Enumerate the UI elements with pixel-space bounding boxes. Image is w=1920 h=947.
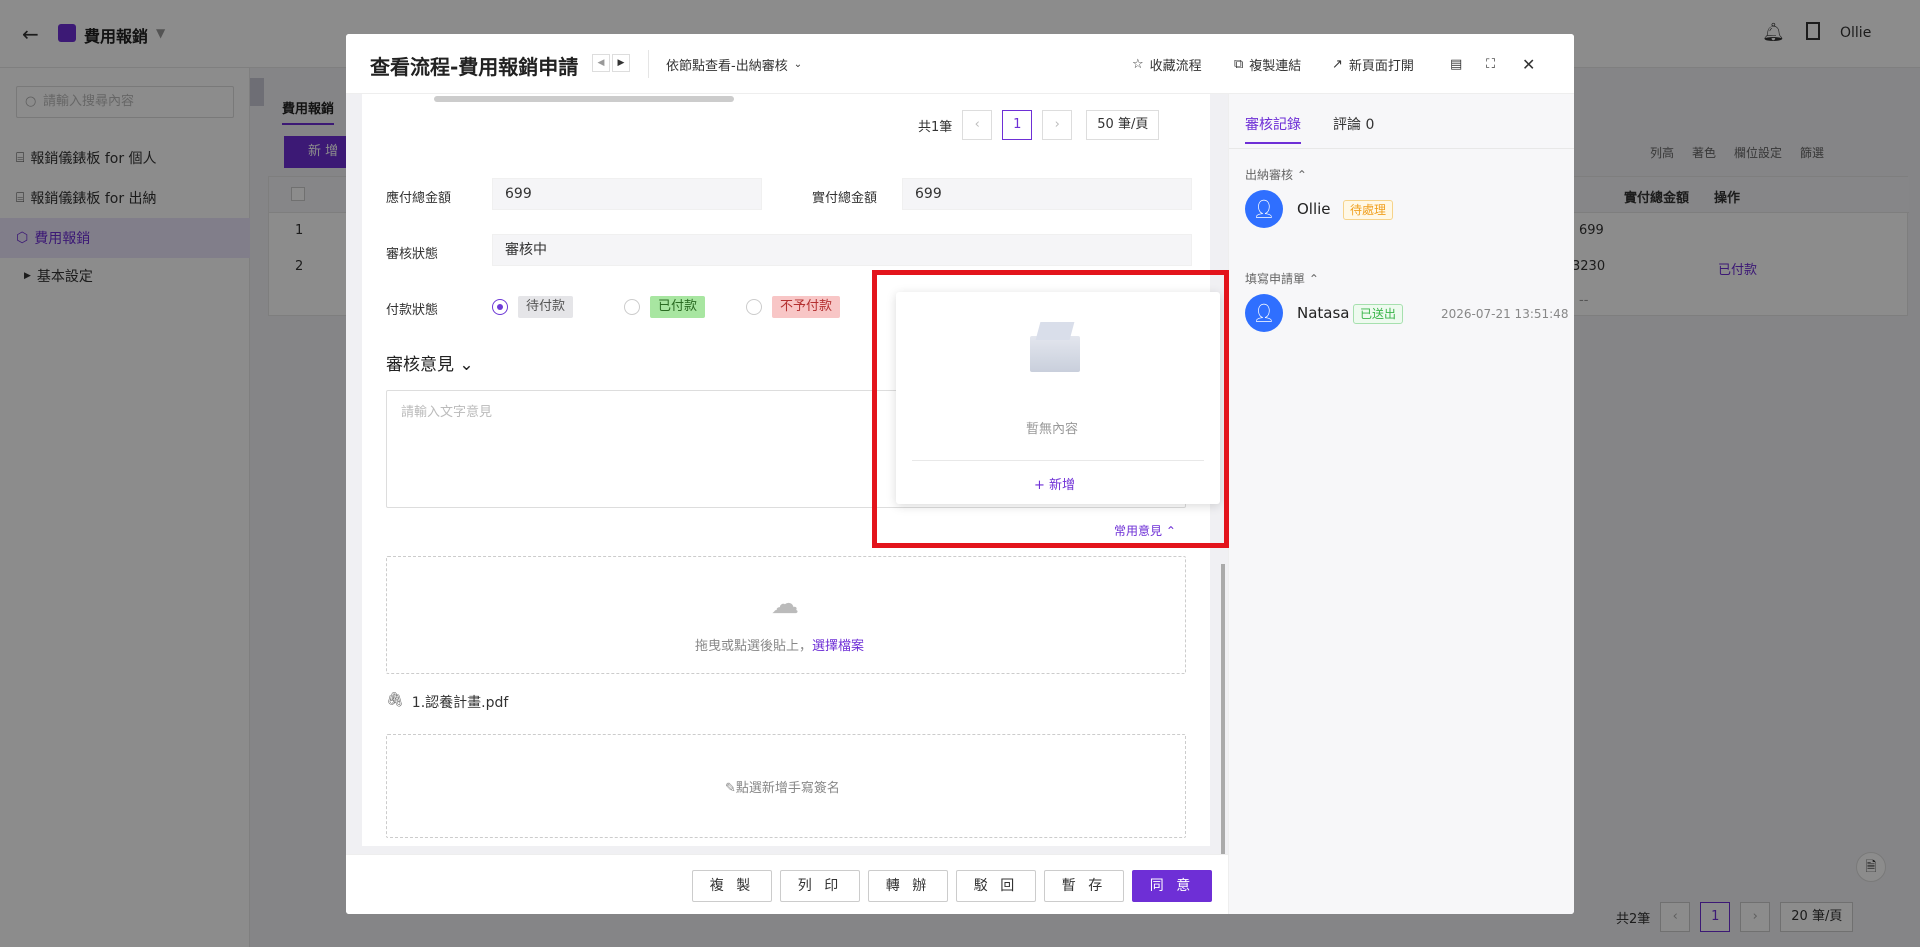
opinion-placeholder: 請輸入文字意見 bbox=[401, 405, 493, 420]
tag-paid[interactable]: 已付款 bbox=[650, 296, 706, 318]
node-view-dropdown[interactable]: 依節點查看-出納審核 ⌄ bbox=[666, 54, 802, 74]
user-icon: 👤︎ bbox=[1252, 198, 1276, 220]
horizontal-scrollbar[interactable] bbox=[434, 96, 734, 102]
payable-field[interactable]: 699 bbox=[492, 178, 762, 210]
chevron-up-icon: ⌃ bbox=[1308, 272, 1319, 286]
record-nav: ◀ ▶ bbox=[592, 54, 630, 72]
open-new-page-button[interactable]: ↗ 新頁面打開 bbox=[1332, 54, 1414, 74]
modal-header: 查看流程-費用報銷申請 ◀ ▶ 依節點查看-出納審核 ⌄ ☆ 收藏流程 ⧉ 複製連結 … bbox=[346, 34, 1574, 94]
attachment-name: 1.認養計畫.pdf bbox=[411, 695, 509, 711]
panel-icon[interactable]: ▤ bbox=[1450, 54, 1462, 74]
chevron-down-icon: ⌄ bbox=[793, 58, 803, 70]
cloud-upload-icon: ☁ bbox=[771, 587, 799, 620]
print-button[interactable]: 列 印 bbox=[780, 870, 860, 902]
status-field: 審核中 bbox=[492, 234, 1192, 266]
save-draft-button[interactable]: 暫 存 bbox=[1044, 870, 1124, 902]
opinion-title[interactable]: 審核意見 ⌄ bbox=[386, 350, 474, 375]
section-title[interactable]: 填寫申請單 ⌃ bbox=[1245, 270, 1319, 287]
signature-area[interactable]: ✎點選新增手寫簽名 bbox=[386, 734, 1186, 838]
sub-pager-prev[interactable]: ‹ bbox=[962, 110, 993, 140]
user-icon: 👤︎ bbox=[1252, 302, 1276, 324]
payment-label: 付款狀態 bbox=[386, 303, 439, 318]
external-link-icon: ↗ bbox=[1332, 56, 1343, 72]
radio-unpaid[interactable] bbox=[746, 299, 762, 315]
paid-field[interactable]: 699 bbox=[902, 178, 1192, 210]
prev-record-icon[interactable]: ◀ bbox=[592, 54, 610, 72]
sub-pager: 共1筆 ‹ 1 › 50 筆/頁 bbox=[918, 110, 1160, 140]
avatar: 👤︎ bbox=[1245, 190, 1283, 228]
tab-comments[interactable]: 評論 0 bbox=[1333, 114, 1374, 134]
avatar: 👤︎ bbox=[1245, 294, 1283, 332]
star-icon: ☆ bbox=[1132, 56, 1144, 72]
transfer-button[interactable]: 轉 辦 bbox=[868, 870, 948, 902]
close-icon[interactable]: ✕ bbox=[1522, 54, 1535, 74]
upload-hint: 拖曳或點選後貼上，選擇檔案 bbox=[695, 639, 865, 654]
vertical-scrollbar[interactable] bbox=[1221, 564, 1225, 854]
reject-button[interactable]: 駁 回 bbox=[956, 870, 1036, 902]
divider bbox=[648, 50, 649, 78]
review-timestamp: 2026-07-21 13:51:48 bbox=[1441, 307, 1569, 321]
sub-pager-size[interactable]: 50 筆/頁 bbox=[1086, 110, 1160, 140]
modal-title: 查看流程-費用報銷申請 bbox=[370, 55, 579, 79]
tab-divider bbox=[1229, 148, 1574, 149]
radio-paid[interactable] bbox=[624, 299, 640, 315]
reviewer-name: Ollie bbox=[1297, 200, 1331, 218]
reviewer-name: Natasa bbox=[1297, 304, 1350, 322]
next-record-icon[interactable]: ▶ bbox=[612, 54, 630, 72]
sub-pager-next[interactable]: › bbox=[1042, 110, 1073, 140]
radio-pending[interactable] bbox=[492, 299, 508, 315]
tab-review-log[interactable]: 審核記錄 bbox=[1245, 114, 1301, 144]
favorite-button[interactable]: ☆ 收藏流程 bbox=[1132, 54, 1202, 74]
highlight-box bbox=[872, 270, 1229, 548]
chevron-down-icon: ⌄ bbox=[459, 355, 474, 375]
signature-hint: ✎點選新增手寫簽名 bbox=[725, 781, 840, 796]
fullscreen-icon[interactable]: ⛶ bbox=[1486, 54, 1495, 74]
choose-file-link[interactable]: 選擇檔案 bbox=[812, 639, 864, 654]
copy-link-button[interactable]: ⧉ 複製連結 bbox=[1234, 54, 1301, 74]
upload-area[interactable]: ☁ 拖曳或點選後貼上，選擇檔案 bbox=[386, 556, 1186, 674]
copy-button[interactable]: 複 製 bbox=[692, 870, 772, 902]
tag-unpaid[interactable]: 不予付款 bbox=[772, 296, 841, 318]
pen-icon: ✎ bbox=[725, 781, 736, 796]
tag-pending[interactable]: 待付款 bbox=[518, 296, 574, 318]
attachment-item[interactable]: 🖇︎ 1.認養計畫.pdf bbox=[386, 692, 508, 712]
sub-pager-page[interactable]: 1 bbox=[1002, 110, 1033, 140]
paperclip-icon: 🖇︎ bbox=[386, 692, 404, 708]
review-pane: 審核記錄 評論 0 出納審核 ⌃ 👤︎ Ollie 待處理 填寫申請單 ⌃ 👤︎… bbox=[1228, 94, 1574, 914]
payable-label: 應付總金額 bbox=[386, 191, 452, 206]
chevron-up-icon: ⌃ bbox=[1296, 168, 1307, 182]
modal-footer: 複 製 列 印 轉 辦 駁 回 暫 存 同 意 bbox=[346, 854, 1228, 914]
copy-icon: ⧉ bbox=[1234, 56, 1244, 72]
approve-button[interactable]: 同 意 bbox=[1132, 870, 1212, 902]
status-badge: 已送出 bbox=[1353, 304, 1404, 324]
status-badge: 待處理 bbox=[1343, 200, 1394, 220]
status-label: 審核狀態 bbox=[386, 247, 439, 262]
section-title[interactable]: 出納審核 ⌃ bbox=[1245, 166, 1307, 183]
sub-pager-total: 共1筆 bbox=[918, 119, 953, 135]
paid-label: 實付總金額 bbox=[812, 191, 878, 206]
